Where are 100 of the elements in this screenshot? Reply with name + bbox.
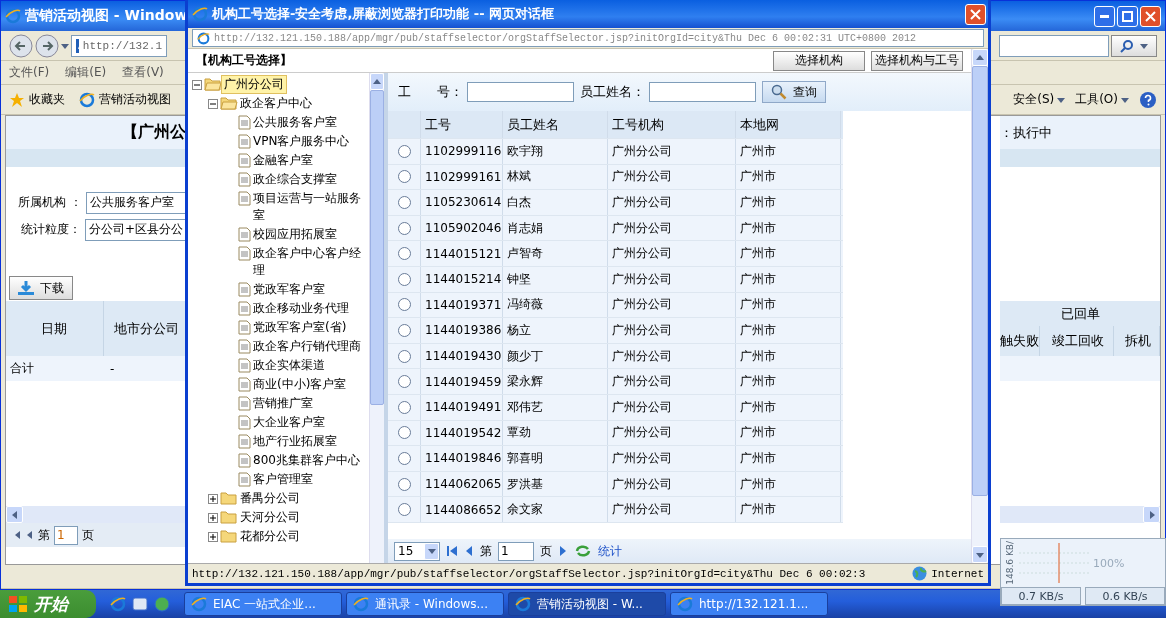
first-page-icon[interactable] [446, 545, 458, 557]
taskbar-button[interactable]: EIAC 一站式企业... [184, 592, 342, 616]
maximize-button[interactable] [1117, 5, 1138, 27]
tree-item[interactable]: 党政军客户室(省) [251, 319, 349, 336]
radio-button[interactable] [397, 503, 411, 517]
search-field[interactable] [999, 34, 1109, 57]
tree-item[interactable]: 大企业客户室 [251, 414, 327, 431]
close-button[interactable] [1140, 5, 1161, 27]
tree-item[interactable]: 金融客户室 [251, 152, 315, 169]
menu-item[interactable]: 安全(S) [1013, 91, 1055, 108]
radio-button[interactable] [397, 221, 411, 235]
table-cell: 1144019386 [421, 318, 503, 343]
table-cell: 白杰 [503, 190, 608, 215]
previous-page-icon[interactable] [464, 545, 474, 557]
radio-button[interactable] [397, 400, 411, 414]
scroll-up-button[interactable] [972, 49, 988, 66]
tree-item[interactable]: 项目运营与一站服务室 [250, 190, 369, 224]
tree-item[interactable]: 政企客户中心客户经理 [250, 245, 369, 279]
tree-item[interactable]: 党政军客户室 [251, 281, 327, 298]
desktop-icon[interactable] [132, 596, 148, 612]
expand-icon[interactable] [208, 532, 218, 542]
forward-icon[interactable] [35, 33, 59, 58]
globe-icon[interactable] [154, 596, 170, 612]
scrollbar-thumb[interactable] [370, 90, 384, 405]
download-button[interactable]: 下载 [9, 276, 73, 300]
tree-item[interactable]: 政企客户行销代理商 [251, 338, 363, 355]
tree-item[interactable]: 政企综合支撑室 [251, 171, 339, 188]
taskbar-button[interactable]: 营销活动视图 - W... [508, 592, 666, 616]
tree-item[interactable]: 校园应用拓展室 [251, 226, 339, 243]
tree-item[interactable]: 公共服务客户室 [251, 114, 339, 131]
tree-item[interactable]: 花都分公司 [238, 528, 302, 545]
radio-button[interactable] [397, 196, 411, 209]
column-header: 员工姓名 [503, 111, 608, 138]
name-field[interactable] [649, 82, 756, 102]
select-field[interactable]: 公共服务客户室 [86, 191, 186, 214]
radio-button[interactable] [397, 323, 411, 337]
tree-item[interactable]: 客户管理室 [251, 471, 315, 488]
expand-icon[interactable] [208, 513, 218, 523]
scroll-up-button[interactable] [370, 73, 384, 90]
first-page-icon[interactable] [14, 531, 22, 539]
field-label: 工 号： [398, 83, 463, 101]
scroll-right-button[interactable] [1143, 506, 1160, 523]
radio-button[interactable] [397, 375, 411, 389]
tree-item[interactable]: 政企移动业务代理 [251, 300, 351, 317]
expand-icon[interactable] [208, 494, 218, 504]
scroll-down-button[interactable] [972, 546, 988, 563]
search-button[interactable] [1111, 34, 1157, 57]
tree-item[interactable]: 地产行业拓展室 [251, 433, 339, 450]
radio-button[interactable] [397, 451, 411, 465]
zone-label: Internet [931, 567, 984, 580]
radio-button[interactable] [397, 477, 411, 491]
taskbar-button[interactable]: 通讯录 - Windows... [346, 592, 504, 616]
tree-item[interactable]: 营销推广室 [251, 395, 315, 412]
back-icon[interactable] [9, 33, 33, 58]
menu-item[interactable]: 工具(O) [1075, 91, 1118, 108]
radio-button[interactable] [397, 170, 411, 184]
id-field[interactable] [467, 82, 574, 102]
taskbar-button[interactable]: http://132.121.1... [670, 592, 828, 616]
stats-link[interactable]: 统计 [598, 542, 622, 560]
menu-item[interactable]: 文件(F) [9, 64, 50, 81]
open-folder-icon [204, 77, 222, 91]
menu-item[interactable]: 编辑(E) [65, 64, 107, 81]
radio-button[interactable] [397, 426, 411, 440]
collapse-icon[interactable] [192, 80, 202, 90]
page-label: 第 [38, 526, 50, 544]
select-field[interactable]: 分公司+区县分公 [84, 218, 186, 241]
tree-item[interactable]: 政企实体渠道 [251, 357, 327, 374]
tree-item[interactable]: 商业(中小)客户室 [251, 376, 349, 393]
browser-tab[interactable]: 营销活动视图 [99, 91, 171, 108]
page-size-select[interactable]: 15 [394, 541, 440, 561]
favorites-button[interactable]: 收藏夹 [29, 91, 65, 108]
radio-button[interactable] [397, 144, 411, 158]
close-button[interactable] [965, 3, 986, 25]
menu-item[interactable]: 查看(V) [122, 64, 164, 81]
select-button[interactable]: 选择机构 [773, 50, 865, 71]
radio-button[interactable] [397, 298, 411, 312]
tree-item[interactable]: 天河分公司 [238, 509, 302, 526]
tree-item[interactable]: 政企客户中心 [238, 95, 314, 112]
page-field[interactable]: 1 [498, 541, 534, 561]
table-cell: 1105230614 [421, 190, 503, 215]
tree-item[interactable]: 广州分公司 [222, 76, 286, 93]
help-icon[interactable] [1139, 90, 1157, 109]
page-field[interactable]: 1 [54, 525, 78, 545]
tree-item[interactable]: 800兆集群客户中心 [251, 452, 362, 469]
scrollbar-thumb[interactable] [972, 66, 988, 496]
query-button[interactable]: 查询 [762, 81, 826, 103]
select-button[interactable]: 选择机构与工号 [871, 50, 963, 71]
start-button[interactable]: 开始 [0, 590, 96, 618]
refresh-icon[interactable] [574, 544, 592, 558]
next-page-icon[interactable] [558, 545, 568, 557]
radio-button[interactable] [397, 272, 411, 286]
minimize-button[interactable] [1094, 5, 1115, 27]
radio-button[interactable] [397, 247, 411, 261]
scroll-left-button[interactable] [6, 506, 23, 523]
tree-item[interactable]: 番禺分公司 [238, 490, 302, 507]
previous-page-icon[interactable] [26, 531, 34, 539]
address-field[interactable]: http://132.1 [71, 34, 167, 57]
tree-item[interactable]: VPN客户服务中心 [251, 133, 352, 150]
radio-button[interactable] [397, 349, 411, 363]
collapse-icon[interactable] [208, 99, 218, 109]
